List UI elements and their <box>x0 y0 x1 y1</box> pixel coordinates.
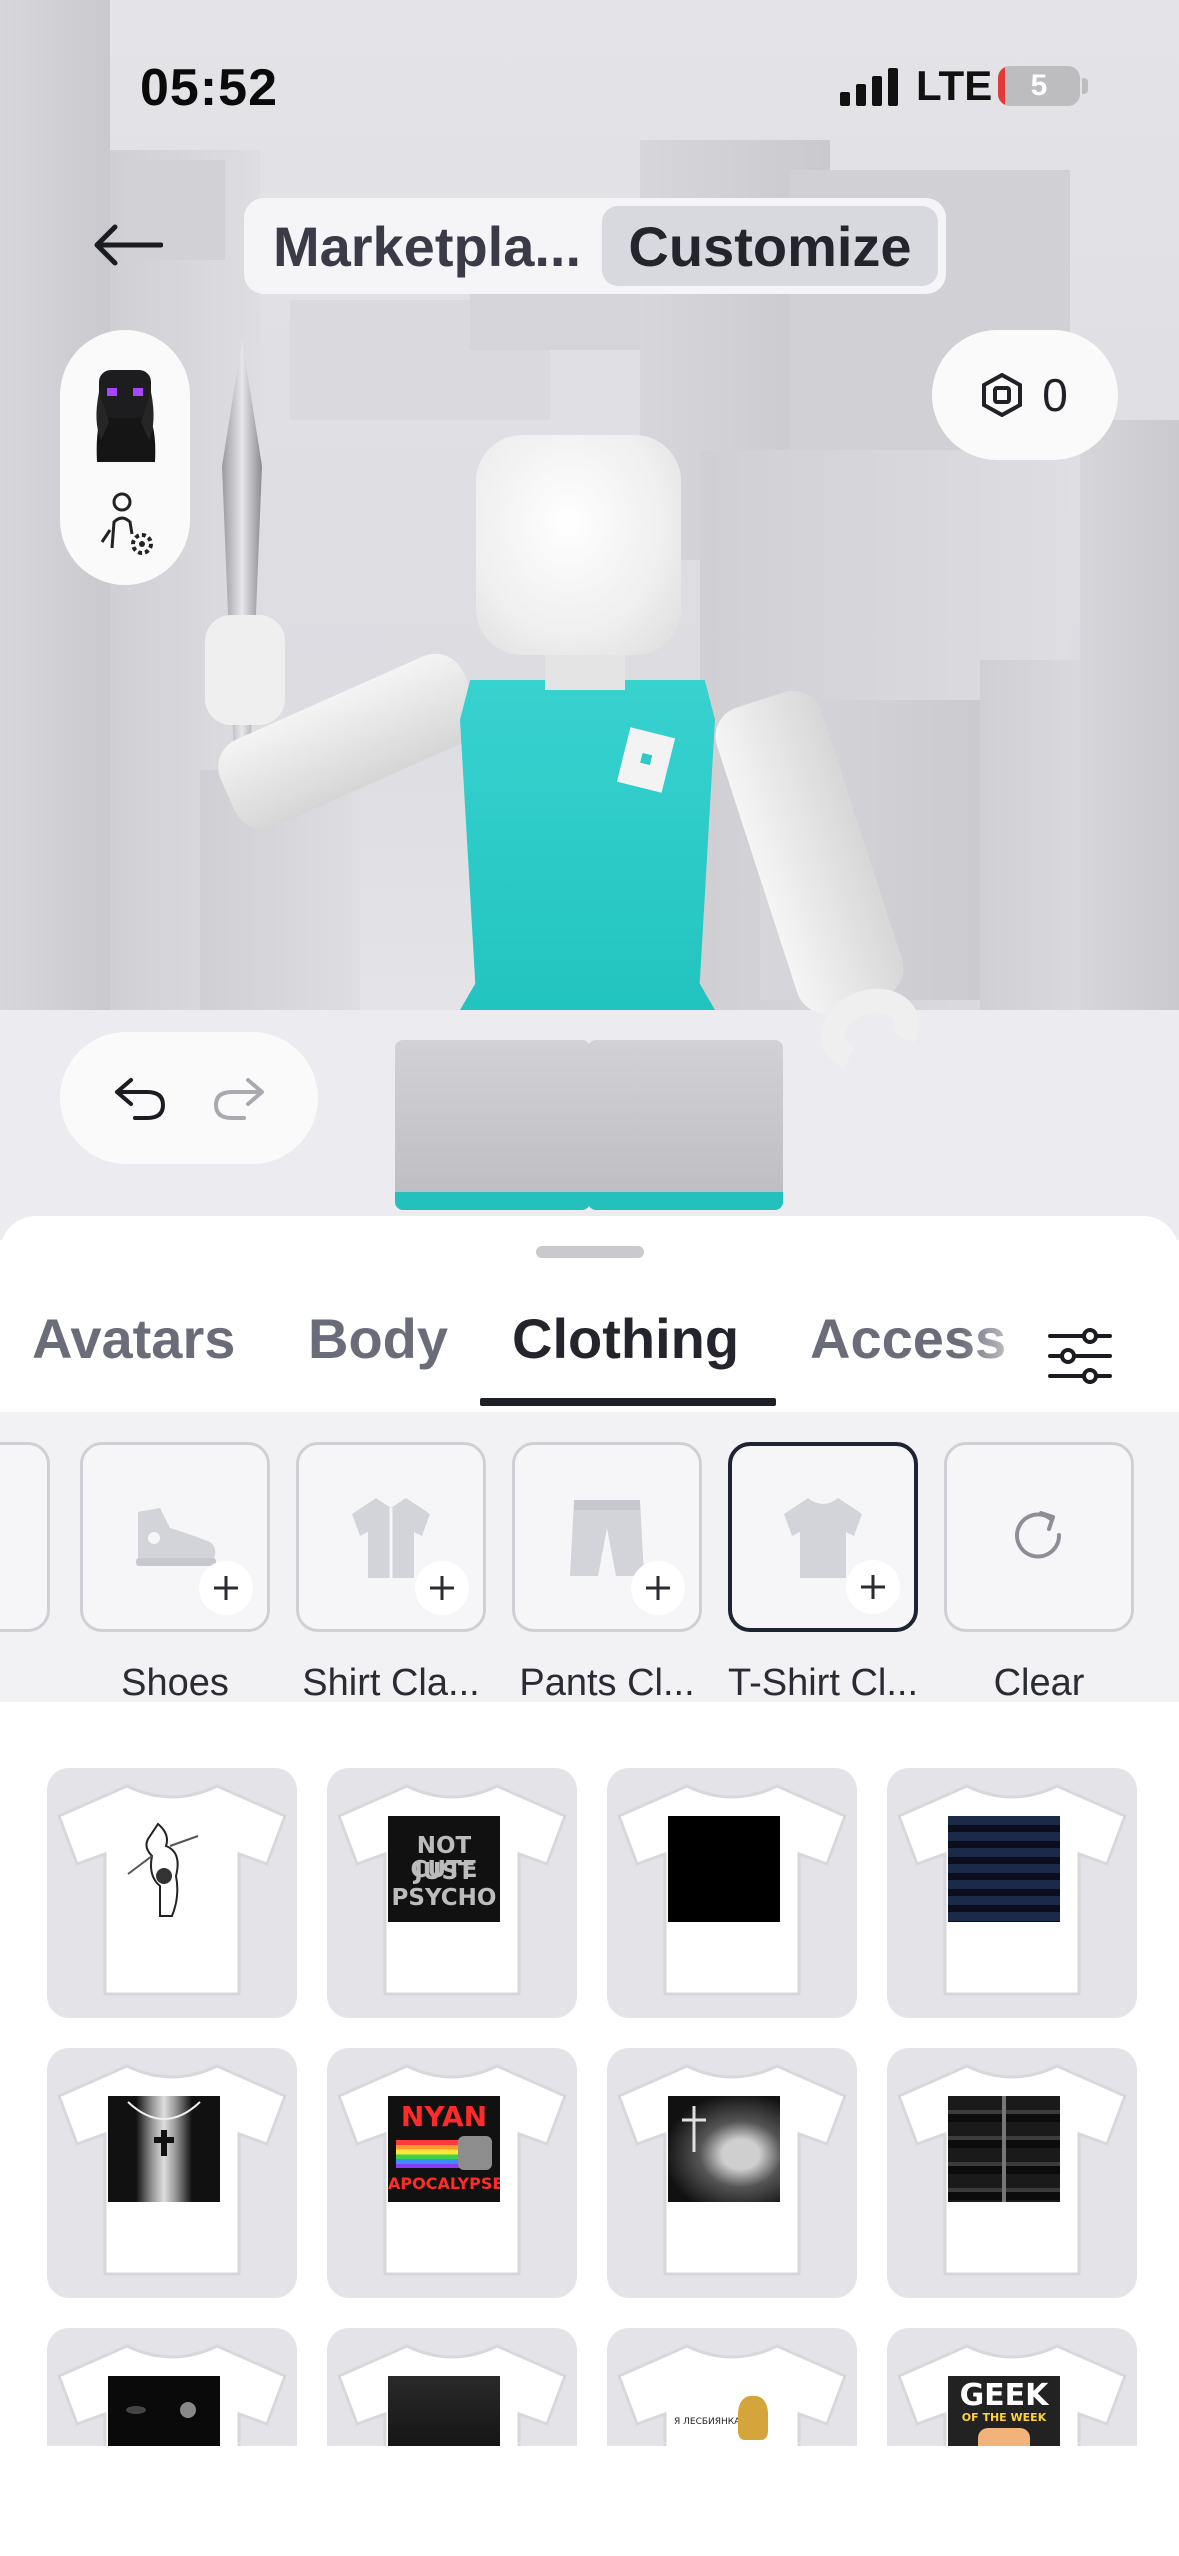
avatar-left-leg <box>395 1040 590 1210</box>
avatar-side-panel <box>60 330 190 585</box>
subcategory-label: Shoes <box>121 1662 229 1702</box>
subcategory-shirt[interactable]: Shirt Cla... <box>296 1442 486 1702</box>
tab-marketplace[interactable]: Marketpla... <box>252 206 602 286</box>
item-graphic <box>668 1816 780 1922</box>
item-tile[interactable]: NOT CUTE JUST PSYCHO <box>327 1768 577 2018</box>
bottom-safe-area <box>0 2452 1179 2556</box>
item-tile[interactable]: Я ЛЕСБИЯНКА <box>607 2328 857 2446</box>
redo-icon[interactable] <box>212 1076 266 1120</box>
avatar-settings-icon[interactable] <box>98 490 158 560</box>
subcategory-tile <box>0 1442 50 1632</box>
shoe-icon <box>136 1508 216 1566</box>
subcategory-tile <box>296 1442 486 1632</box>
back-button[interactable] <box>82 210 172 280</box>
geek-face <box>978 2428 1030 2446</box>
mode-switch: Marketpla... Customize <box>244 198 946 294</box>
subcategory-tshirt[interactable]: T-Shirt Cl... <box>728 1442 918 1702</box>
back-arrow-icon <box>94 224 163 266</box>
add-icon <box>199 1561 253 1615</box>
cat-figure <box>738 2396 768 2440</box>
item-graphic: Я ЛЕСБИЯНКА <box>668 2376 780 2446</box>
item-graphic-text: JUST <box>414 1859 474 1885</box>
subcategory-row: n Shoes <box>0 1412 1179 1702</box>
tab-customize[interactable]: Customize <box>602 206 938 286</box>
subcategory-tile <box>944 1442 1134 1632</box>
item-tile[interactable]: GEEK OF THE WEEK <box>887 2328 1137 2446</box>
item-tile[interactable] <box>607 2048 857 2298</box>
subcategory-label: Shirt Cla... <box>302 1662 480 1702</box>
refresh-icon <box>1015 1511 1062 1559</box>
sheet-grabber[interactable] <box>536 1246 644 1258</box>
item-graphic-text: OF THE WEEK <box>961 2411 1047 2424</box>
subcategory-pants[interactable]: Pants Cl... <box>512 1442 702 1702</box>
avatar-head <box>476 435 681 655</box>
item-graphic-text: NYAN <box>400 2100 488 2133</box>
rainbow-trail <box>396 2140 466 2168</box>
battery-icon: 5 <box>998 66 1080 106</box>
item-tile[interactable] <box>327 2328 577 2446</box>
subcategory-label: Pants Cl... <box>519 1662 695 1702</box>
robux-balance[interactable]: 0 <box>932 330 1118 460</box>
network-type: LTE <box>916 62 993 109</box>
battery-tip <box>1082 78 1088 94</box>
item-graphic <box>668 2096 780 2202</box>
item-graphic <box>108 1816 220 1922</box>
add-icon <box>846 1560 900 1614</box>
zipper-line <box>1002 2096 1006 2202</box>
item-tile[interactable] <box>607 1768 857 2018</box>
item-graphic <box>388 2376 500 2446</box>
subcategory-label: T-Shirt Cl... <box>727 1662 919 1702</box>
subcategory-tile <box>512 1442 702 1632</box>
tab-clothing[interactable]: Clothing <box>512 1306 739 1371</box>
active-tab-indicator <box>480 1398 776 1406</box>
item-tile[interactable] <box>887 1768 1137 2018</box>
nyan-cat-figure <box>458 2136 492 2170</box>
item-graphic <box>948 1816 1060 1922</box>
item-tile[interactable]: NYAN APOCALYPSE! <box>327 2048 577 2298</box>
undo-icon[interactable] <box>113 1076 167 1120</box>
tab-body[interactable]: Body <box>308 1306 448 1371</box>
subcategory-tile <box>80 1442 270 1632</box>
item-tile[interactable] <box>47 1768 297 2018</box>
item-graphic-text: PSYCHO <box>391 1885 497 1911</box>
robux-amount: 0 <box>1042 369 1068 421</box>
add-icon <box>415 1561 469 1615</box>
scene-block <box>1080 420 1179 1040</box>
item-graphic <box>948 2096 1060 2202</box>
item-graphic <box>108 2096 220 2202</box>
filter-button[interactable] <box>1040 1316 1120 1396</box>
avatar-right-leg <box>588 1040 783 1210</box>
item-graphic: NYAN APOCALYPSE! <box>388 2096 500 2202</box>
item-tile[interactable] <box>47 2328 297 2446</box>
avatar-left-hand <box>205 615 285 725</box>
item-graphic <box>108 2376 220 2446</box>
item-graphic-text: APOCALYPSE! <box>388 2174 500 2193</box>
subcategory-clear[interactable]: Clear <box>944 1442 1134 1702</box>
undo-redo-controls <box>60 1032 318 1164</box>
item-tile[interactable] <box>47 2048 297 2298</box>
subcategory-label: Clear <box>993 1662 1085 1702</box>
avatar-torso <box>460 680 715 1010</box>
subcategory-label: n <box>0 1662 40 1702</box>
tab-avatars[interactable]: Avatars <box>32 1306 235 1371</box>
status-time: 05:52 <box>140 59 278 117</box>
avatar-thumbnail[interactable] <box>85 362 165 462</box>
subcategory-shoes[interactable]: Shoes <box>80 1442 270 1702</box>
item-graphic: GEEK OF THE WEEK <box>948 2376 1060 2446</box>
item-tile[interactable] <box>887 2048 1137 2298</box>
signal-strength-icon <box>840 66 898 106</box>
battery-percent: 5 <box>1030 69 1048 102</box>
robux-icon <box>982 373 1023 417</box>
add-icon <box>631 1561 685 1615</box>
subcategory-item-partial[interactable]: n <box>0 1442 50 1702</box>
item-graphic-text: GEEK <box>959 2378 1049 2413</box>
sliders-icon <box>1048 1328 1112 1384</box>
subcategory-tile <box>728 1442 918 1632</box>
item-graphic: NOT CUTE JUST PSYCHO <box>388 1816 500 1922</box>
